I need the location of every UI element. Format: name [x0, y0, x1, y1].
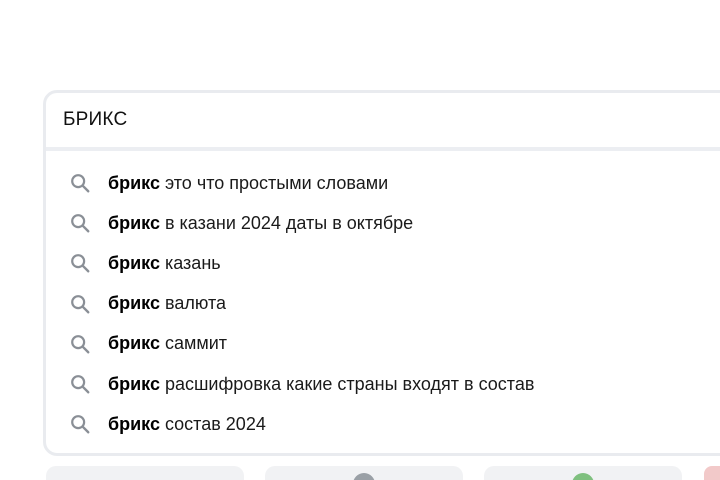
bottom-card[interactable]: [484, 466, 682, 480]
search-icon: [71, 174, 90, 193]
suggestion-item[interactable]: брикс в казани 2024 даты в октябре: [46, 203, 720, 243]
suggestion-bold: брикс: [108, 373, 160, 394]
search-icon: [71, 415, 90, 434]
card-thumbnail-icon: [572, 473, 594, 480]
suggestion-rest: саммит: [159, 333, 228, 354]
suggestion-rest: расшифровка какие страны входят в состав: [159, 373, 535, 394]
suggestion-text: брикс в казани 2024 даты в октябре: [108, 213, 413, 234]
search-icon: [71, 254, 90, 273]
bottom-card[interactable]: [704, 466, 720, 480]
search-input[interactable]: БРИКС: [46, 93, 720, 151]
suggestion-rest: в казани 2024 даты в октябре: [159, 212, 414, 233]
suggestion-bold: брикс: [108, 172, 160, 193]
suggestion-rest: состав 2024: [159, 413, 266, 434]
suggestion-bold: брикс: [108, 252, 160, 273]
suggestion-item[interactable]: брикс валюта: [46, 284, 720, 324]
suggestion-item[interactable]: брикс саммит: [46, 324, 720, 364]
search-box: БРИКС брикс это что простыми словами бри…: [43, 90, 720, 456]
suggestion-rest: казань: [159, 252, 221, 273]
search-input-value: БРИКС: [63, 109, 128, 130]
suggestion-item[interactable]: брикс состав 2024: [46, 404, 720, 444]
suggestion-text: брикс саммит: [108, 333, 227, 354]
suggestion-text: брикс это что простыми словами: [108, 173, 388, 194]
suggestion-bold: брикс: [108, 293, 160, 314]
search-icon: [71, 375, 90, 394]
suggestion-text: брикс валюта: [108, 293, 226, 314]
suggestion-bold: брикс: [108, 333, 160, 354]
card-thumbnail-icon: [353, 473, 375, 480]
suggestions-list: брикс это что простыми словами брикс в к…: [46, 163, 720, 444]
page: БРИКС брикс это что простыми словами бри…: [0, 0, 720, 480]
suggestion-rest: валюта: [159, 293, 227, 314]
suggestion-bold: брикс: [108, 212, 160, 233]
suggestion-rest: это что простыми словами: [159, 172, 389, 193]
suggestion-text: брикс состав 2024: [108, 414, 266, 435]
suggestion-item[interactable]: брикс расшифровка какие страны входят в …: [46, 364, 720, 404]
suggestion-text: брикс казань: [108, 253, 221, 274]
bottom-card[interactable]: [46, 466, 244, 480]
search-icon: [71, 334, 90, 354]
suggestion-text: брикс расшифровка какие страны входят в …: [108, 374, 534, 395]
search-icon: [71, 214, 90, 233]
search-icon: [71, 294, 90, 314]
suggestion-item[interactable]: брикс казань: [46, 243, 720, 283]
suggestion-bold: брикс: [108, 413, 160, 434]
bottom-card[interactable]: [265, 466, 463, 480]
suggestion-item[interactable]: брикс это что простыми словами: [46, 163, 720, 203]
